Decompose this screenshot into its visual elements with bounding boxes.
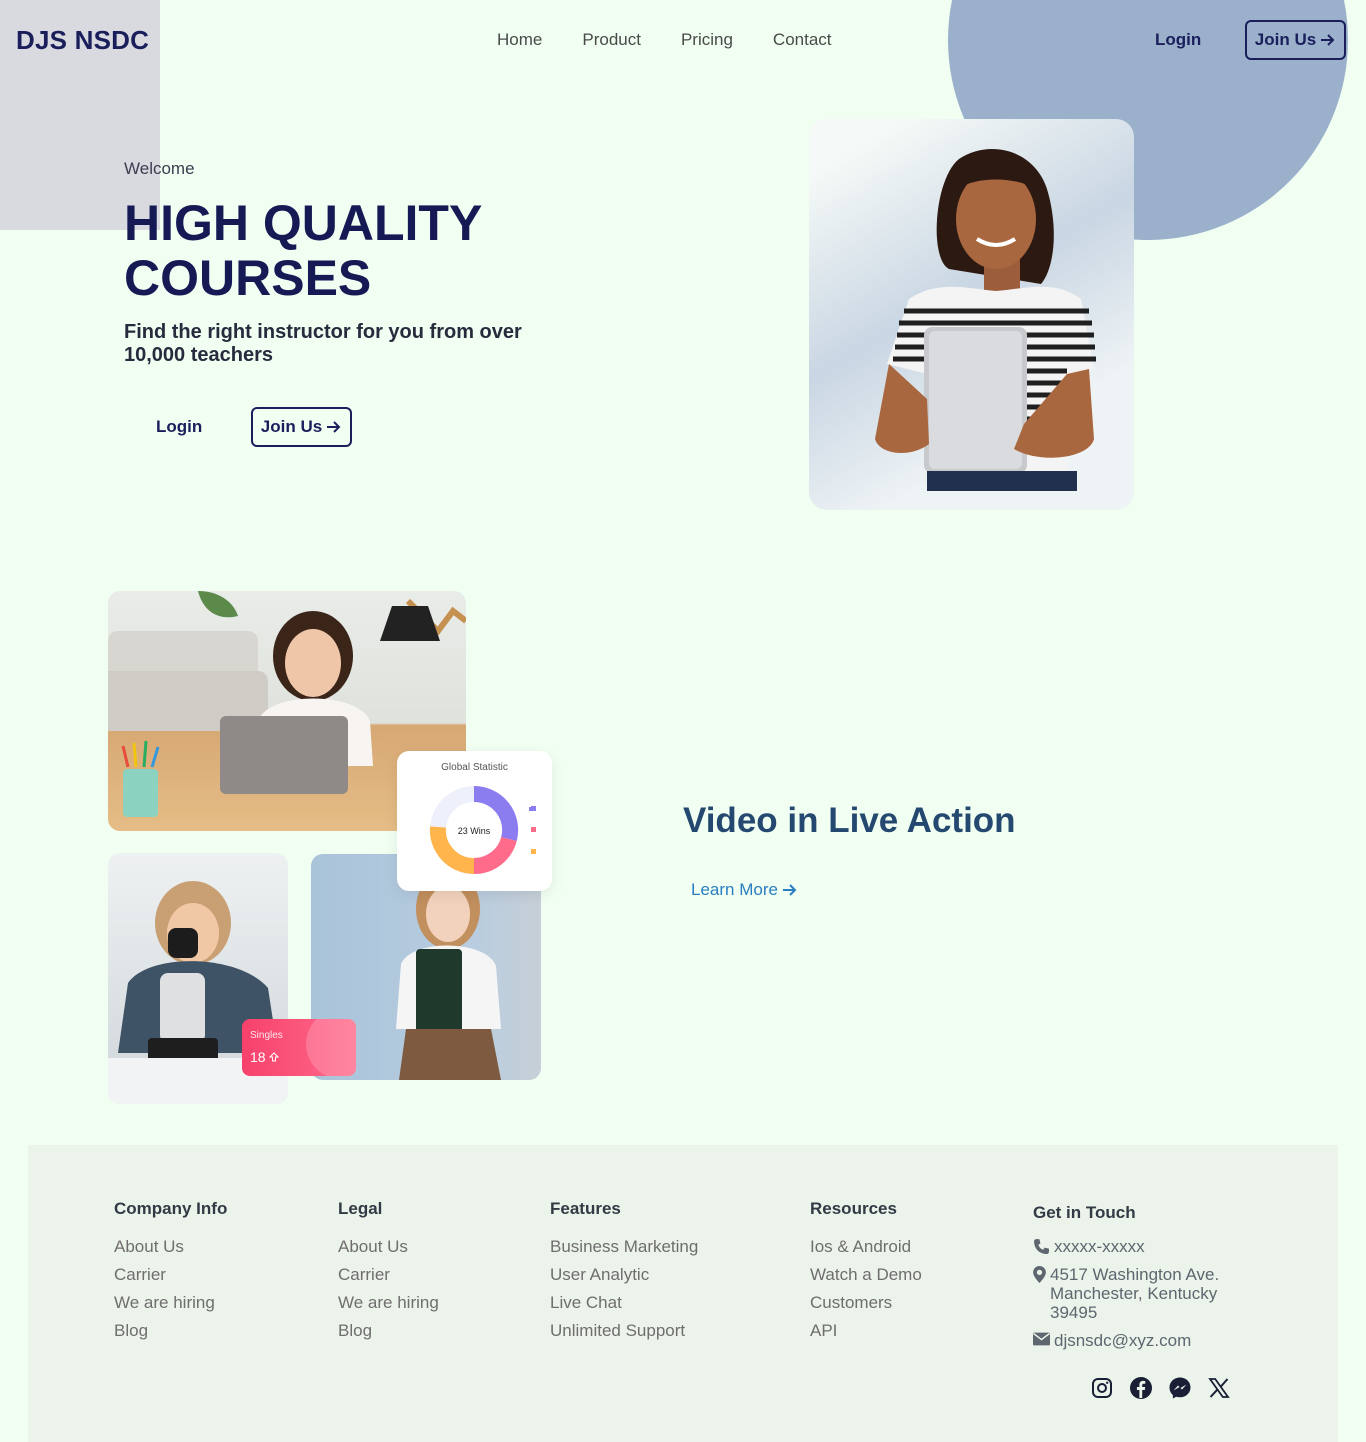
footer-column-title: Resources [810,1199,897,1218]
footer-column-title: Features [550,1199,621,1218]
footer-column-company: Company Info About Us Carrier We are hir… [114,1199,227,1345]
arrow-right-icon [1321,34,1335,46]
legend-dot [531,806,536,811]
statistic-title: Global Statistic [441,762,508,773]
footer-link[interactable]: Customers [810,1289,922,1317]
singles-value: 18 [250,1049,280,1065]
welcome-text: Welcome [124,159,195,178]
donut-center-label: 23 Wins [458,826,491,836]
contact-phone[interactable]: xxxxx-xxxxx [1033,1237,1263,1256]
footer-link[interactable]: Carrier [338,1261,439,1289]
footer-column-legal: Legal About Us Carrier We are hiring Blo… [338,1199,439,1345]
legend-dot [531,849,536,854]
footer-column-title: Company Info [114,1199,228,1218]
instagram-icon[interactable] [1090,1376,1114,1400]
hero-student-image [809,119,1134,510]
header-login-button[interactable]: Login [1155,30,1201,50]
footer-link[interactable]: We are hiring [114,1289,227,1317]
social-links [1090,1376,1231,1400]
contact-title: Get in Touch [1033,1203,1136,1222]
nav-home[interactable]: Home [497,30,542,50]
logo[interactable]: DJS NSDC [16,25,149,56]
phone-icon [1034,1239,1049,1254]
nav-pricing[interactable]: Pricing [681,30,733,50]
footer-link[interactable]: About Us [338,1233,439,1261]
location-pin-icon [1033,1266,1046,1283]
arrow-up-icon [269,1052,280,1062]
singles-card: Singles 18 [242,1019,356,1076]
footer-link[interactable]: User Analytic [550,1261,698,1289]
hero-join-label: Join Us [260,417,323,436]
hero-subline: Find the right instructor for you from o… [124,321,522,366]
footer-link[interactable]: Blog [338,1317,439,1345]
footer-link[interactable]: Blog [114,1317,227,1345]
footer-link[interactable]: API [810,1317,922,1345]
learn-more-link[interactable]: Learn More [691,880,798,900]
footer-column-resources: Resources Ios & Android Watch a Demo Cus… [810,1199,922,1345]
arrow-right-icon [327,421,341,433]
main-nav: Home Product Pricing Contact [497,30,832,50]
header-join-label: Join Us [1254,30,1317,49]
video-section-title: Video in Live Action [683,801,1016,840]
header-join-button[interactable]: Join Us [1245,20,1346,60]
arrow-right-icon [782,884,797,896]
footer-link[interactable]: Business Marketing [550,1233,698,1261]
footer-contact: Get in Touch xxxxx-xxxxx 4517 Washington… [1033,1203,1263,1359]
footer-link[interactable]: We are hiring [338,1289,439,1317]
global-statistic-card: Global Statistic 23 Wins [397,751,552,891]
footer-link[interactable]: Watch a Demo [810,1261,922,1289]
singles-label: Singles [250,1030,283,1041]
messenger-icon[interactable] [1168,1376,1192,1400]
footer-link[interactable]: Unlimited Support [550,1317,698,1345]
envelope-icon [1033,1332,1050,1346]
footer-link[interactable]: About Us [114,1233,227,1261]
nav-product[interactable]: Product [582,30,641,50]
legend-dot [531,827,536,832]
hero-login-button[interactable]: Login [156,417,202,437]
footer-link[interactable]: Ios & Android [810,1233,922,1261]
learn-more-label: Learn More [691,880,778,899]
contact-email[interactable]: djsnsdc@xyz.com [1033,1331,1263,1350]
footer-column-title: Legal [338,1199,383,1218]
contact-address[interactable]: 4517 Washington Ave. Manchester, Kentuck… [1033,1265,1263,1322]
nav-contact[interactable]: Contact [773,30,832,50]
hero-join-button[interactable]: Join Us [251,407,352,447]
footer-link[interactable]: Carrier [114,1261,227,1289]
footer-column-features: Features Business Marketing User Analyti… [550,1199,698,1345]
facebook-icon[interactable] [1129,1376,1153,1400]
hero-headline: HIGH QUALITY COURSES [124,195,482,306]
donut-chart: 23 Wins [429,785,531,875]
footer-link[interactable]: Live Chat [550,1289,698,1317]
x-icon[interactable] [1207,1376,1231,1400]
